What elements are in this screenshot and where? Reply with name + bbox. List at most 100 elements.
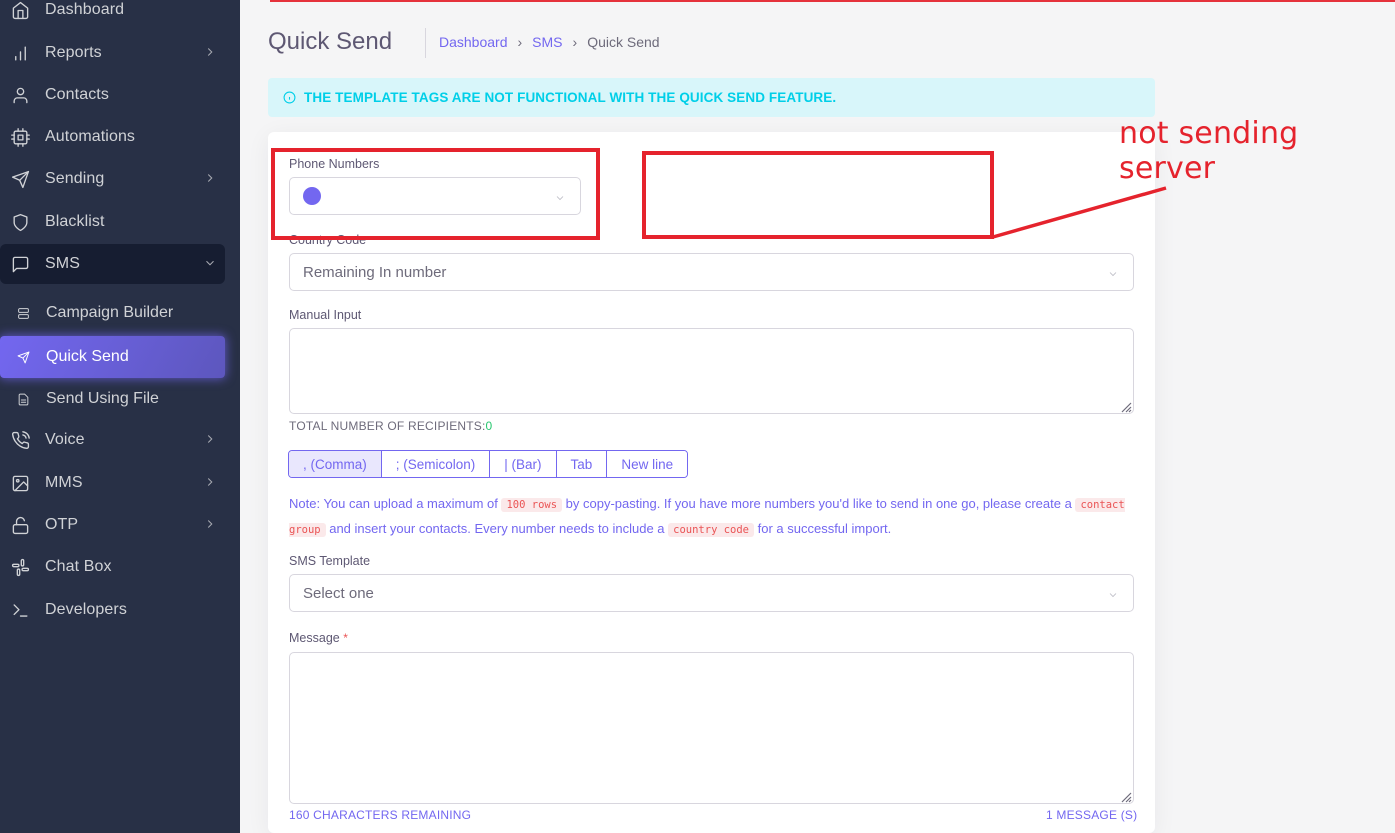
- server-icon: [15, 305, 31, 321]
- note-text: Note: You can upload a maximum of: [289, 496, 502, 511]
- message-label-text: Message: [289, 631, 340, 645]
- title-divider: [425, 28, 426, 58]
- sidebar-item-label: Reports: [45, 44, 102, 61]
- chevron-down-icon: [1107, 588, 1119, 600]
- sidebar-subitem-quick-send[interactable]: Quick Send: [0, 336, 225, 378]
- breadcrumb-dashboard[interactable]: Dashboard: [439, 34, 508, 50]
- message-count: 1 MESSAGE (S): [1046, 808, 1138, 822]
- sidebar-item-dashboard[interactable]: Dashboard: [0, 0, 225, 30]
- sidebar-subitem-label: Quick Send: [46, 348, 129, 365]
- sidebar-item-label: MMS: [45, 474, 83, 491]
- sidebar-item-label: Voice: [45, 431, 85, 448]
- sidebar-item-mms[interactable]: MMS: [0, 463, 225, 503]
- total-recipients-label: TOTAL NUMBER OF RECIPIENTS:: [289, 419, 486, 433]
- chevron-right-icon: [203, 517, 217, 531]
- home-icon: [10, 0, 30, 20]
- sidebar-item-voice[interactable]: Voice: [0, 420, 225, 460]
- annotation-arrow-line: [992, 186, 1167, 239]
- chevron-right-icon: [203, 171, 217, 185]
- sidebar-item-chat-box[interactable]: Chat Box: [0, 547, 225, 587]
- sidebar-item-blacklist[interactable]: Blacklist: [0, 202, 225, 242]
- chevron-right-icon: [203, 45, 217, 59]
- sidebar-item-otp[interactable]: OTP: [0, 505, 225, 545]
- note-text: by copy-pasting. If you have more number…: [562, 496, 1076, 511]
- top-red-line: [270, 0, 1395, 2]
- sidebar-item-label: Chat Box: [45, 558, 112, 575]
- sms-template-value: Select one: [303, 584, 374, 602]
- total-recipients-value: 0: [485, 419, 493, 433]
- annotation-box-empty: [642, 151, 994, 239]
- send-icon: [15, 349, 31, 365]
- sidebar-item-label: Automations: [45, 128, 136, 145]
- send-icon: [10, 169, 30, 189]
- bar-chart-icon: [10, 43, 30, 63]
- sidebar-item-label: Contacts: [45, 86, 109, 103]
- image-icon: [10, 473, 30, 493]
- sidebar-item-label: SMS: [45, 255, 80, 272]
- annotation-box-phone-numbers: [271, 148, 600, 240]
- chevron-right-icon: [203, 432, 217, 446]
- unlock-icon: [10, 515, 30, 535]
- sidebar-subitem-label: Send Using File: [46, 390, 159, 407]
- sidebar-item-label: Dashboard: [45, 1, 125, 18]
- sms-template-select[interactable]: Select one: [289, 574, 1134, 612]
- country-code-select[interactable]: Remaining In number: [289, 253, 1134, 291]
- chevron-right-icon: ›: [517, 34, 523, 50]
- delimiter-tab-button[interactable]: Tab: [556, 451, 608, 477]
- sidebar-subitem-campaign-builder[interactable]: Campaign Builder: [0, 292, 225, 334]
- resize-grip-icon[interactable]: [1120, 790, 1132, 803]
- breadcrumb-sms[interactable]: SMS: [532, 34, 562, 50]
- info-alert: THE TEMPLATE TAGS ARE NOT FUNCTIONAL WIT…: [268, 78, 1155, 117]
- chevron-right-icon: [203, 475, 217, 489]
- manual-input-textarea[interactable]: [289, 328, 1134, 414]
- required-marker: *: [343, 631, 348, 645]
- message-square-icon: [10, 254, 30, 274]
- sidebar-item-sms[interactable]: SMS: [0, 244, 225, 284]
- message-textarea[interactable]: [289, 652, 1134, 804]
- note-text: and insert your contacts. Every number n…: [325, 521, 669, 536]
- chevron-down-icon: [203, 256, 217, 270]
- file-text-icon: [15, 391, 31, 407]
- delimiter-semicolon-button[interactable]: ; (Semicolon): [381, 451, 491, 477]
- sidebar-item-label: Sending: [45, 170, 105, 187]
- sidebar-item-sending[interactable]: Sending: [0, 159, 225, 199]
- cpu-icon: [10, 127, 30, 147]
- shield-icon: [10, 212, 30, 232]
- terminal-icon: [10, 600, 30, 620]
- page-title: Quick Send: [268, 28, 393, 55]
- sidebar-subitem-send-using-file[interactable]: Send Using File: [0, 378, 225, 420]
- sidebar-item-label: OTP: [45, 516, 79, 533]
- sidebar-item-automations[interactable]: Automations: [0, 117, 225, 157]
- resize-grip-icon[interactable]: [1120, 400, 1132, 413]
- chars-remaining: 160 CHARACTERS REMAINING: [289, 808, 472, 822]
- sms-template-label: SMS Template: [289, 554, 371, 568]
- slack-icon: [10, 557, 30, 577]
- total-recipients: TOTAL NUMBER OF RECIPIENTS:0: [289, 419, 492, 433]
- breadcrumb: Dashboard › SMS › Quick Send: [439, 34, 660, 50]
- country-code-value: Remaining In number: [303, 263, 447, 281]
- alert-text: THE TEMPLATE TAGS ARE NOT FUNCTIONAL WIT…: [304, 90, 837, 105]
- delimiter-bar-button[interactable]: | (Bar): [490, 451, 557, 477]
- sidebar-item-label: Blacklist: [45, 213, 105, 230]
- chevron-down-icon: [1107, 267, 1119, 279]
- note-text: for a successful import.: [754, 521, 892, 536]
- manual-input-label: Manual Input: [289, 308, 362, 322]
- phone-call-icon: [10, 430, 30, 450]
- message-label: Message *: [289, 631, 348, 645]
- delimiter-comma-button[interactable]: , (Comma): [289, 451, 382, 477]
- annotation-text: not sending server: [1119, 116, 1299, 186]
- delimiter-button-group: , (Comma) ; (Semicolon) | (Bar) Tab New …: [288, 450, 689, 478]
- sidebar-item-contacts[interactable]: Contacts: [0, 75, 225, 115]
- sidebar-item-developers[interactable]: Developers: [0, 590, 225, 630]
- upload-note: Note: You can upload a maximum of 100 ro…: [289, 492, 1139, 542]
- chevron-right-icon: ›: [572, 34, 578, 50]
- user-icon: [10, 85, 30, 105]
- sidebar-item-reports[interactable]: Reports: [0, 33, 225, 73]
- note-code: country code: [668, 523, 754, 537]
- delimiter-newline-button[interactable]: New line: [607, 451, 688, 477]
- sidebar-subitem-label: Campaign Builder: [46, 304, 174, 321]
- sidebar: Dashboard Reports Contacts Automations S…: [0, 0, 240, 833]
- breadcrumb-current: Quick Send: [587, 34, 660, 50]
- sidebar-item-label: Developers: [45, 601, 127, 618]
- note-code: 100 rows: [501, 498, 563, 512]
